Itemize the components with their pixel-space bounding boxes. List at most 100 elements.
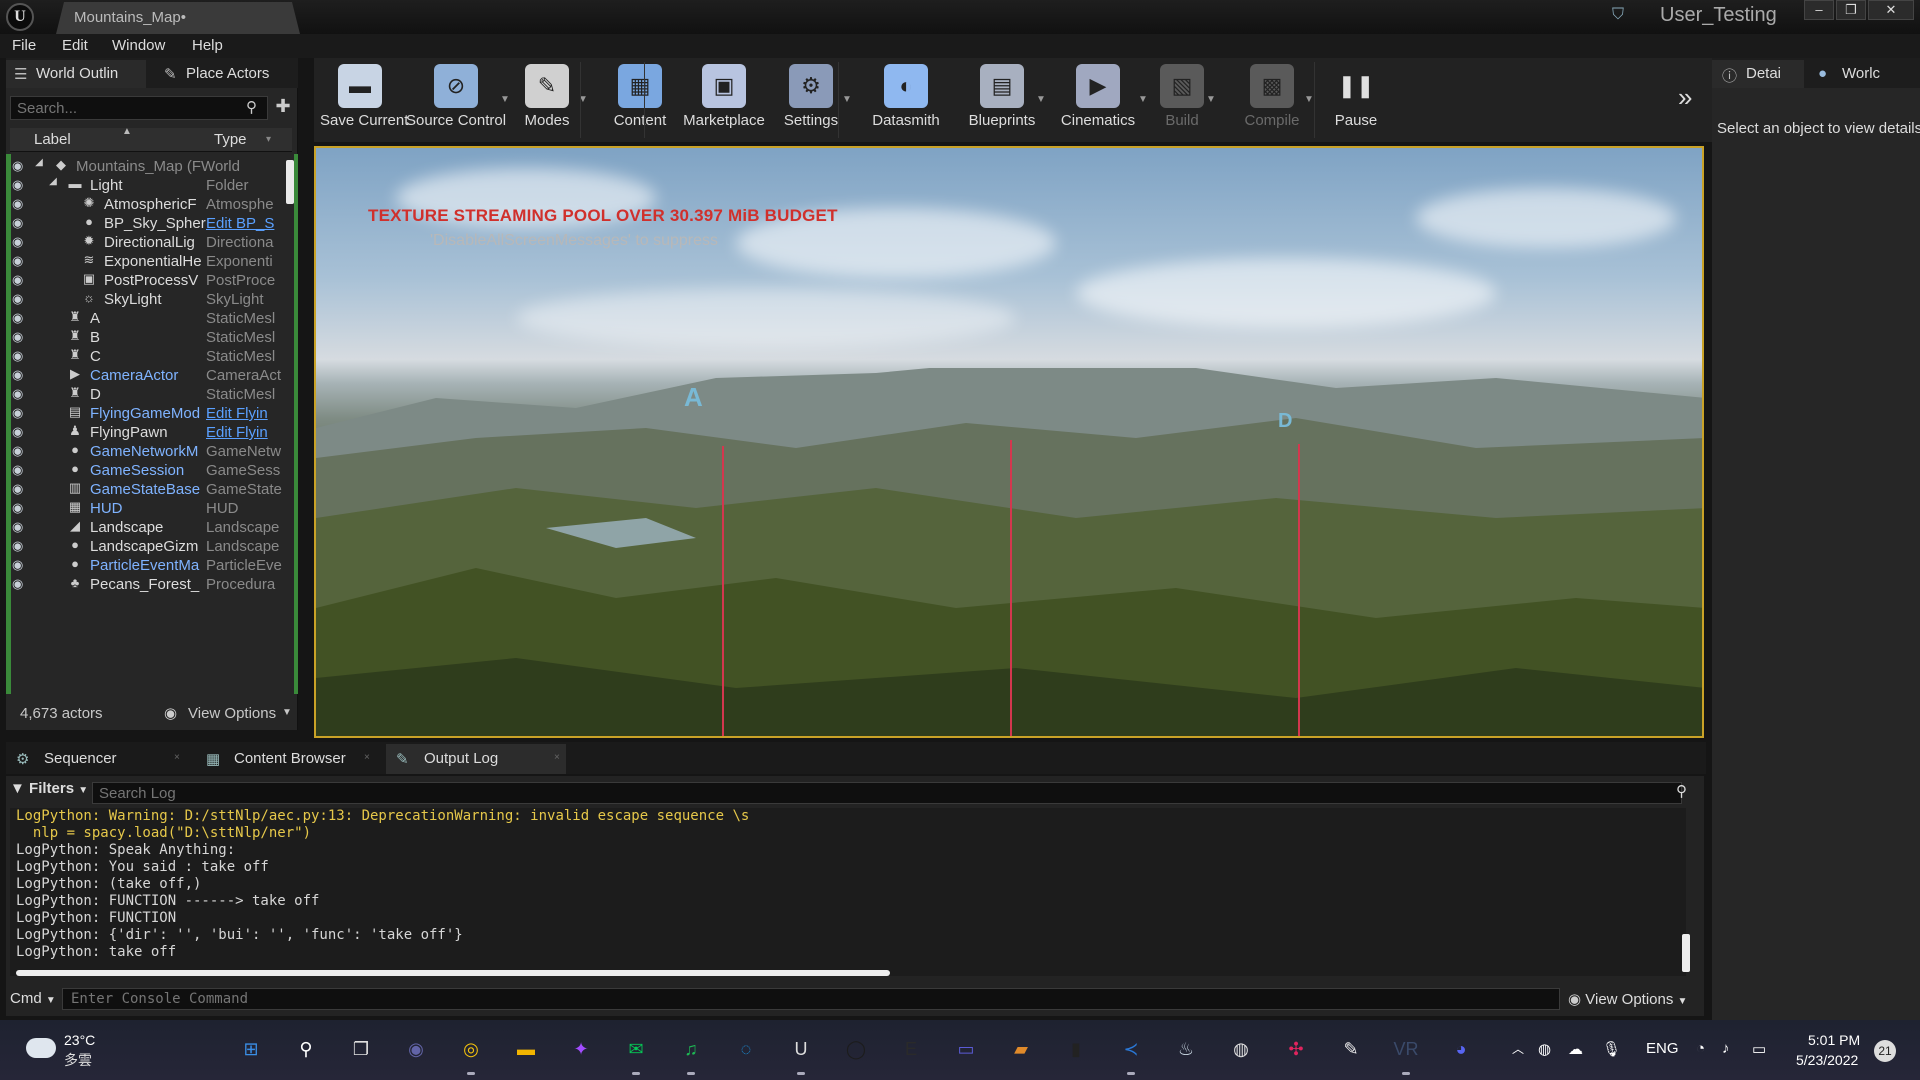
cinematics-button[interactable]: ▶ Cinematics [1052,58,1144,142]
visibility-eye-icon[interactable]: ◉ [12,424,23,440]
dropdown-caret-icon[interactable]: ▼ [1304,94,1314,105]
language-indicator[interactable]: ENG [1646,1040,1679,1057]
log-output-area[interactable]: LogPython: Warning: D:/sttNlp/aec.py:13:… [10,808,1686,976]
visibility-eye-icon[interactable]: ◉ [12,310,23,326]
discord-icon[interactable]: ◕ [1446,1034,1476,1064]
tab-world-settings[interactable]: ● Worlc [1808,60,1920,88]
menu-help[interactable]: Help [192,37,223,54]
datasmith-button[interactable]: ◐ Datasmith [864,58,948,142]
discord-tray-icon[interactable]: ◍ [1538,1040,1551,1058]
messenger-icon[interactable]: ✦ [566,1034,596,1064]
outliner-row[interactable]: ◉ ♣ Pecans_Forest_ Procedura [6,573,290,596]
windows-start-icon[interactable]: ⊞ [236,1034,266,1064]
visibility-eye-icon[interactable]: ◉ [12,215,23,231]
chrome-icon[interactable]: ◎ [456,1034,486,1064]
visibility-eye-icon[interactable]: ◉ [12,367,23,383]
dropdown-caret-icon[interactable]: ▼ [1036,94,1046,105]
tab-output-log[interactable]: ✎ Output Log × [386,744,566,774]
notepad-icon[interactable]: ✎ [1336,1034,1366,1064]
file-explorer-icon[interactable]: ▬ [511,1034,541,1064]
visibility-eye-icon[interactable]: ◉ [12,576,23,592]
compile-button[interactable]: ▩ Compile [1234,58,1310,142]
visibility-eye-icon[interactable]: ◉ [12,462,23,478]
edit-blueprint-link[interactable]: Edit BP_S [206,215,288,232]
steam-icon[interactable]: ♨ [1171,1034,1201,1064]
onedrive-icon[interactable]: ☁ [1568,1040,1583,1058]
folder-app-icon[interactable]: ▰ [1006,1034,1036,1064]
restore-button[interactable]: ❐ [1836,0,1866,20]
game-app-icon[interactable]: ✣ [1281,1034,1311,1064]
content-button[interactable]: ▦ Content [608,58,672,142]
filters-button[interactable]: ▼ Filters ▼ [10,780,88,797]
close-tab-icon[interactable]: × [364,752,370,763]
battery-icon[interactable]: ▭ [1752,1040,1766,1058]
microphone-icon[interactable]: 🎙 [1602,1040,1621,1058]
tab-world-outliner[interactable]: ☰ World Outlin [6,60,146,88]
expand-arrow-icon[interactable]: ◢ [44,176,62,194]
edit-blueprint-link[interactable]: Edit Flyin [206,424,288,441]
outliner-scrollbar[interactable] [286,160,294,204]
visibility-eye-icon[interactable]: ◉ [12,158,23,174]
menu-edit[interactable]: Edit [62,37,88,54]
terminal-icon[interactable]: ▮ [1061,1034,1091,1064]
level-viewport[interactable]: TEXTURE STREAMING POOL OVER 30.397 MiB B… [314,146,1704,738]
spotify-icon[interactable]: ♫ [676,1034,706,1064]
visibility-eye-icon[interactable]: ◉ [12,519,23,535]
line-icon[interactable]: ✉ [621,1034,651,1064]
graduation-cap-icon[interactable]: ⛉ [1612,6,1632,26]
obs-icon[interactable]: ◯ [841,1034,871,1064]
visibility-eye-icon[interactable]: ◉ [12,405,23,421]
search-icon[interactable]: ⚲ [246,98,257,116]
console-command-input[interactable] [62,988,1560,1010]
visibility-eye-icon[interactable]: ◉ [12,500,23,516]
tray-overflow-icon[interactable]: ︿ [1512,1040,1524,1057]
visibility-eye-icon[interactable]: ◉ [12,481,23,497]
add-folder-icon[interactable]: ✚ [272,96,294,120]
visibility-eye-icon[interactable]: ◉ [12,272,23,288]
modes-button[interactable]: ✎ Modes [510,58,584,142]
column-options-icon[interactable]: ▾ [266,134,271,145]
epic-games-icon[interactable]: E [896,1034,926,1064]
tab-sequencer[interactable]: ⚙ Sequencer × [6,744,186,774]
document-tab[interactable]: Mountains_Map• [56,2,300,34]
wifi-icon[interactable]: ◔ [1696,1040,1705,1057]
log-view-options-button[interactable]: ◉ View Options ▼ [1568,990,1687,1008]
dropdown-caret-icon[interactable]: ▼ [842,94,852,105]
minimize-button[interactable]: – [1804,0,1834,20]
outliner-view-options-button[interactable]: View Options [188,705,276,722]
cloud-icon[interactable] [26,1038,56,1058]
tab-details[interactable]: ⓘ Detai [1712,60,1804,88]
search-log-input[interactable] [92,782,1682,804]
vr-icon[interactable]: VR [1391,1034,1421,1064]
visibility-eye-icon[interactable]: ◉ [12,557,23,573]
build-button[interactable]: ▧ Build [1152,58,1212,142]
expand-arrow-icon[interactable]: ◢ [30,157,48,175]
toolbar-overflow-icon[interactable]: » [1678,82,1692,113]
blueprints-button[interactable]: ▤ Blueprints [962,58,1042,142]
clock-time[interactable]: 5:01 PM [1808,1032,1860,1048]
github-icon[interactable]: ◍ [1226,1034,1256,1064]
teams-icon[interactable]: ◉ [401,1034,431,1064]
dropdown-caret-icon[interactable]: ▼ [500,94,510,105]
search-icon[interactable]: ⚲ [291,1034,321,1064]
visibility-eye-icon[interactable]: ◉ [12,443,23,459]
volume-icon[interactable]: ♪ [1722,1040,1730,1057]
visibility-eye-icon[interactable]: ◉ [12,386,23,402]
cmd-dropdown[interactable]: Cmd ▼ [10,990,56,1007]
menu-file[interactable]: File [12,37,36,54]
dropdown-caret-icon[interactable]: ▼ [1138,94,1148,105]
edit-blueprint-link[interactable]: Edit Flyin [206,405,288,422]
pause-button[interactable]: ❚❚ Pause [1326,58,1386,142]
visibility-eye-icon[interactable]: ◉ [12,234,23,250]
tab-content-browser[interactable]: ▦ Content Browser × [196,744,376,774]
close-tab-icon[interactable]: × [554,752,560,763]
clock-date[interactable]: 5/23/2022 [1796,1052,1858,1068]
notification-badge[interactable]: 21 [1874,1040,1896,1062]
tab-place-actors[interactable]: ✎ Place Actors [156,60,296,88]
outliner-search-input[interactable] [10,96,268,120]
close-button[interactable]: ✕ [1868,0,1914,20]
marketplace-button[interactable]: ▣ Marketplace [680,58,768,142]
visibility-eye-icon[interactable]: ◉ [12,177,23,193]
visibility-eye-icon[interactable]: ◉ [12,348,23,364]
close-tab-icon[interactable]: × [174,752,180,763]
